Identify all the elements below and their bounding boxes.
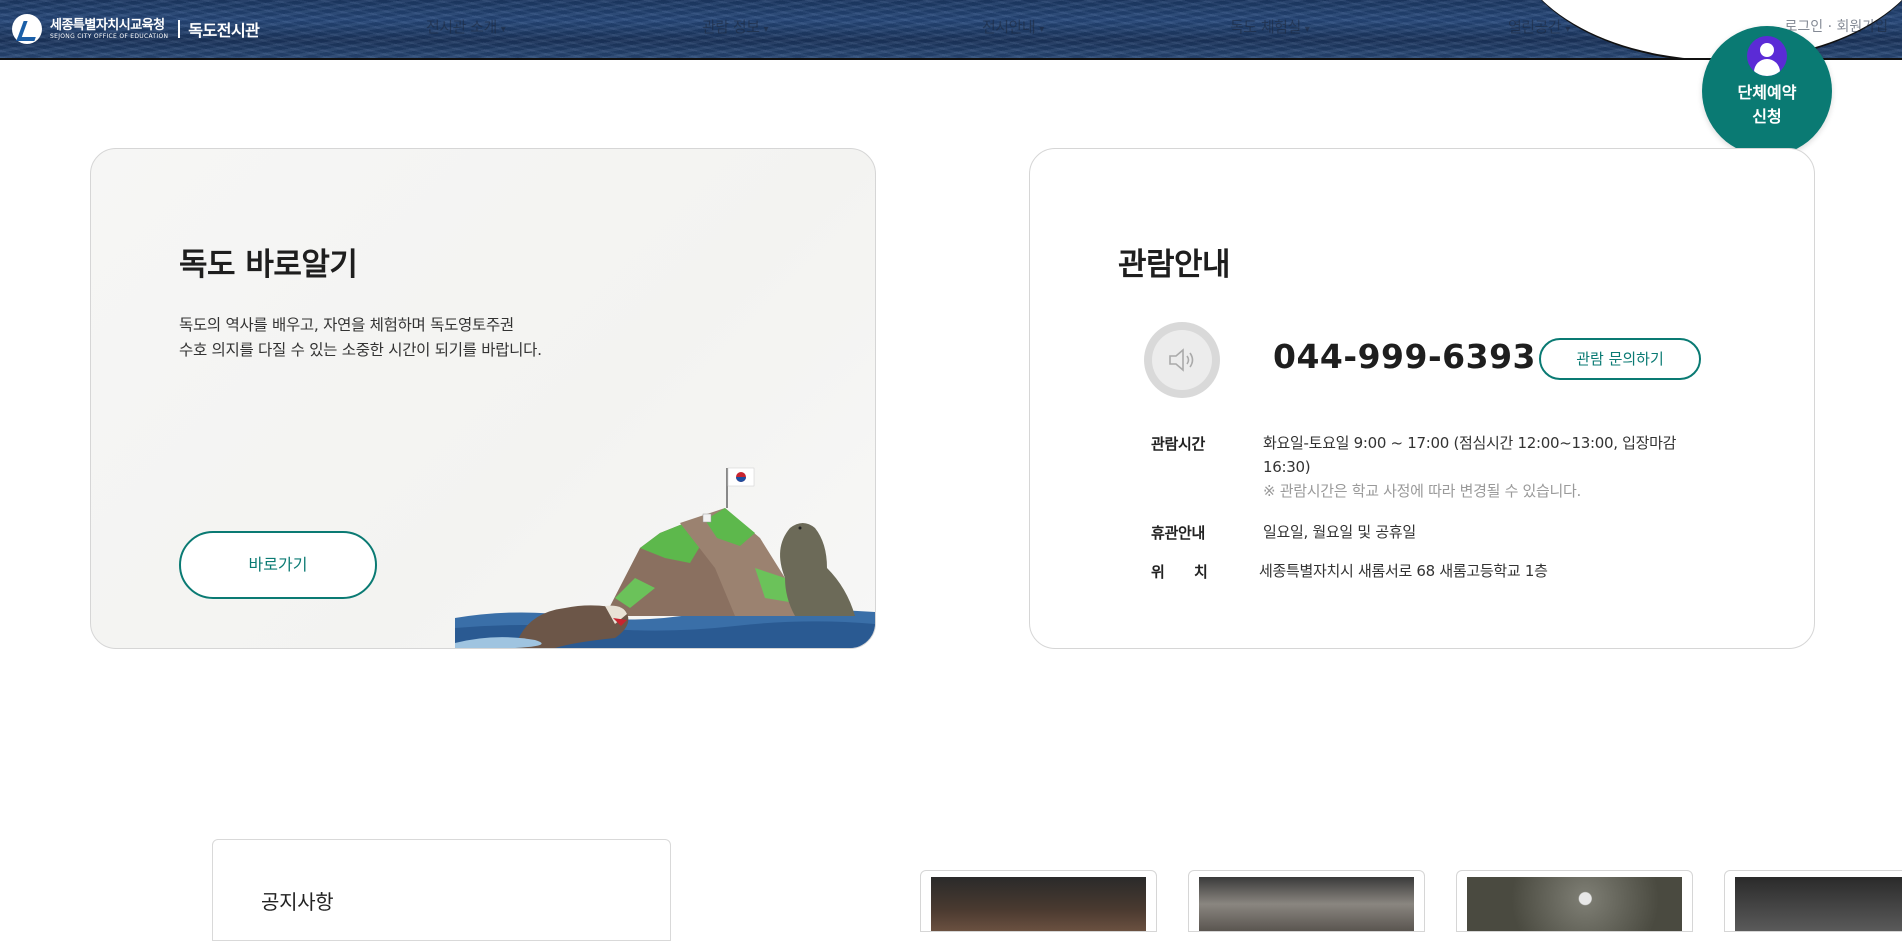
hours-value: 화요일-토요일 9:00 ~ 17:00 (점심시간 12:00~13:00, … xyxy=(1263,431,1676,503)
go-button[interactable]: 바로가기 xyxy=(179,531,377,599)
gallery-thumbnail[interactable] xyxy=(1188,870,1425,932)
gallery-thumbnail[interactable] xyxy=(1456,870,1693,932)
hours-label: 관람시간 xyxy=(1151,435,1206,453)
nav-item-open-space[interactable]: 열린공간 ▾ xyxy=(1508,16,1570,37)
nav-item-exhibition[interactable]: 전시안내 ▾ xyxy=(982,16,1044,37)
visit-inquiry-button[interactable]: 관람 문의하기 xyxy=(1539,338,1701,380)
notice-panel: 공지사항 xyxy=(212,839,671,941)
notice-title: 공지사항 xyxy=(261,890,334,914)
location-label: 위 치 xyxy=(1151,563,1208,581)
closed-value: 일요일, 월요일 및 공휴일 xyxy=(1263,523,1416,541)
dokdo-card-description: 독도의 역사를 배우고, 자연을 체험하며 독도영토주권 수호 의지를 다질 수… xyxy=(179,316,542,359)
visitor-info-title: 관람안내 xyxy=(1118,247,1231,283)
gallery-thumbnail[interactable] xyxy=(1724,870,1902,932)
location-value: 세종특별자치시 새롬서로 68 새롬고등학교 1층 xyxy=(1259,562,1548,580)
hours-note: ※ 관람시간은 학교 사정에 따라 변경될 수 있습니다. xyxy=(1263,482,1582,500)
speaker-icon-badge xyxy=(1144,322,1220,398)
group-booking-label: 단체예약 신청 xyxy=(1737,83,1797,126)
visitor-info-card: 관람안내 044-999-6393 관람 문의하기 관람시간 화요일-토요일 9… xyxy=(1029,148,1815,649)
group-booking-button[interactable]: 단체예약 신청 xyxy=(1702,26,1832,156)
closed-label: 휴관안내 xyxy=(1151,524,1206,542)
phone-number: 044-999-6393 xyxy=(1273,337,1537,376)
site-header: 세종특별자치시교육청 SEJONG CITY OFFICE OF EDUCATI… xyxy=(0,0,1902,60)
login-signup-links[interactable]: 로그인 · 회원가입 xyxy=(1784,16,1888,36)
chevron-down-icon: ▾ xyxy=(763,24,768,35)
chevron-down-icon: ▾ xyxy=(1565,24,1570,35)
chevron-down-icon: ▾ xyxy=(1304,24,1310,35)
chevron-down-icon: ▾ xyxy=(500,24,506,35)
nav-item-visit-info[interactable]: 관람 정보 ▾ xyxy=(702,16,768,37)
user-avatar-icon xyxy=(1747,36,1787,76)
chevron-down-icon: ▾ xyxy=(1039,24,1044,35)
gallery-thumbnail[interactable] xyxy=(920,870,1157,932)
nav-item-intro[interactable]: 전시관 소개 ▾ xyxy=(426,16,506,37)
dokdo-intro-card: 독도 바로알기 독도의 역사를 배우고, 자연을 체험하며 독도영토주권 수호 … xyxy=(90,148,876,649)
speaker-icon xyxy=(1169,348,1194,372)
dokdo-card-title: 독도 바로알기 xyxy=(179,247,358,283)
nav-item-experience[interactable]: 독도 체험실 ▾ xyxy=(1230,16,1310,37)
dokdo-island-illustration xyxy=(455,467,875,648)
